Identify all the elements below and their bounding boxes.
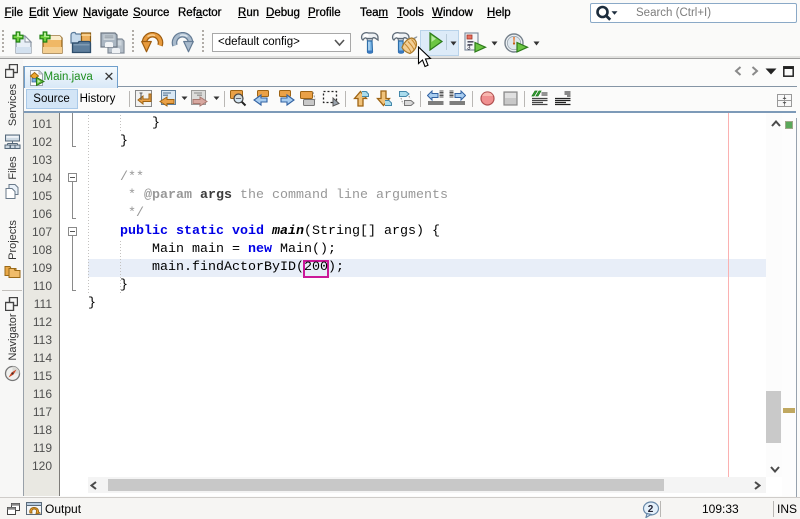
- svg-text:3: 3: [467, 45, 471, 52]
- svg-text:2: 2: [648, 504, 654, 515]
